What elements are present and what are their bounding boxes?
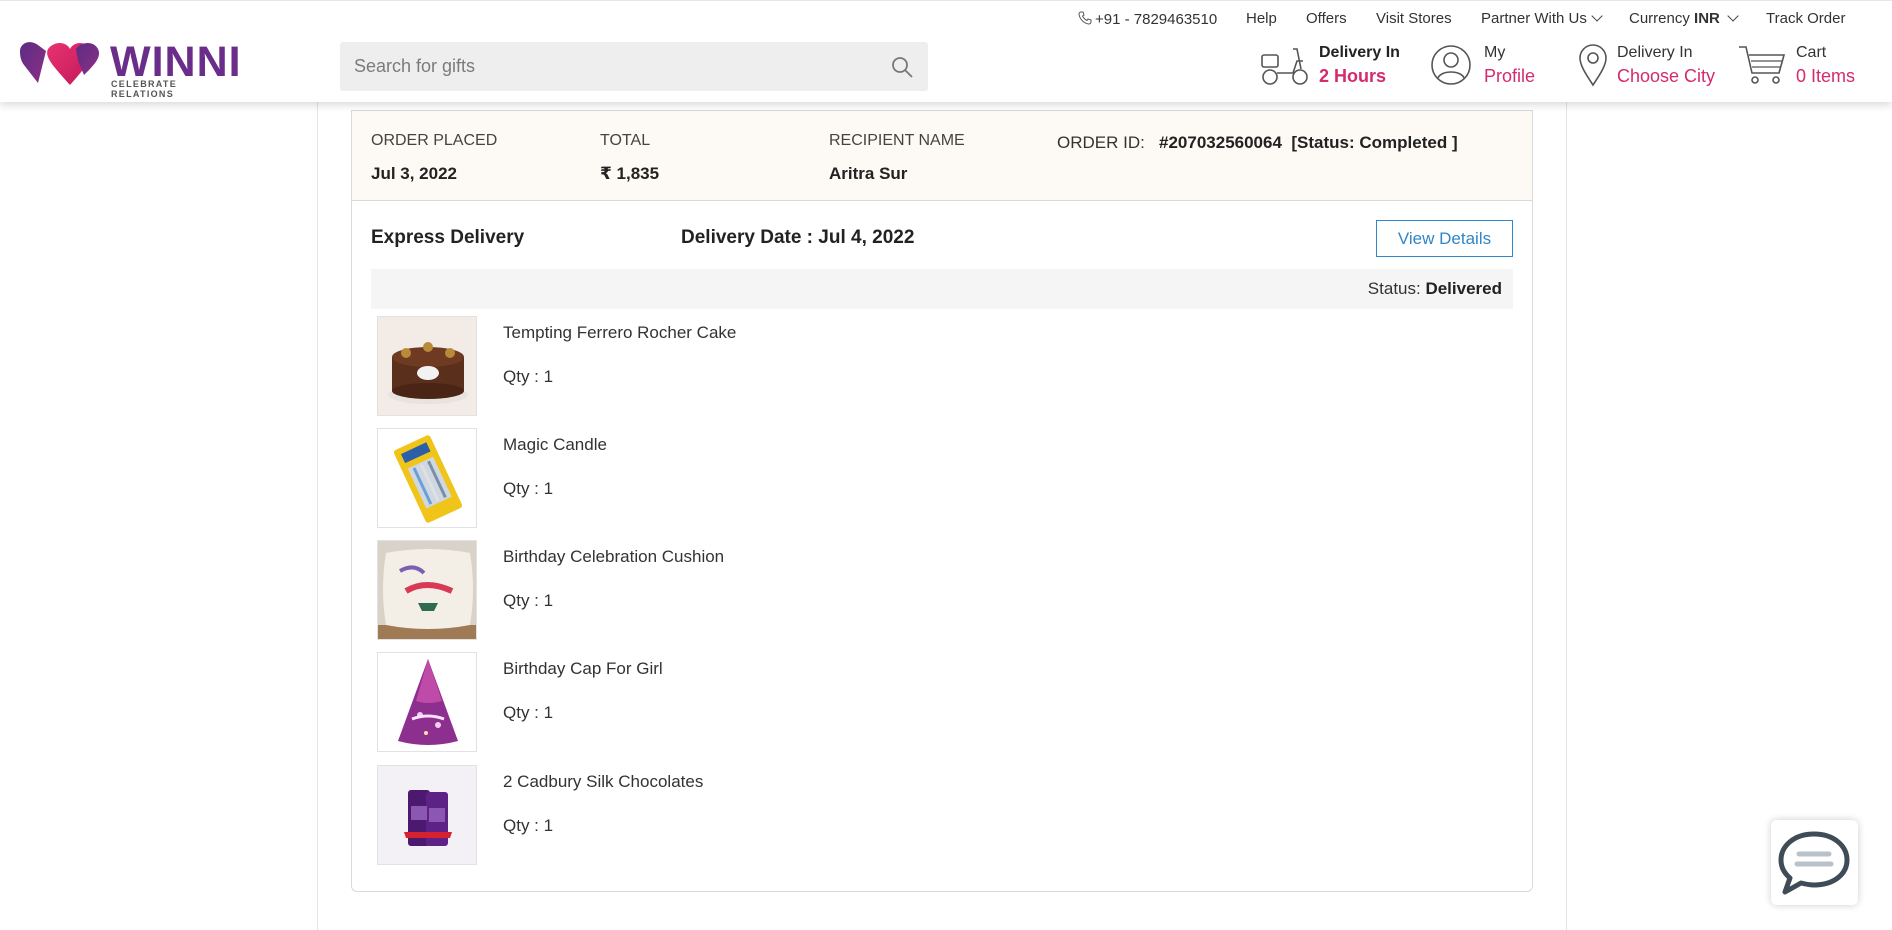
item-name[interactable]: Tempting Ferrero Rocher Cake bbox=[503, 323, 736, 343]
total-label: TOTAL bbox=[600, 132, 651, 149]
product-thumbnail-chocolates[interactable] bbox=[377, 765, 477, 865]
item-qty: Qty : 1 bbox=[503, 479, 554, 498]
location-pin-icon bbox=[1579, 44, 1607, 87]
site-header: +91 - 7829463510 Help Offers Visit Store… bbox=[0, 0, 1892, 102]
order-item: Tempting Ferrero Rocher Cake Qty : 1 bbox=[377, 316, 1477, 416]
delivery-city-selector[interactable]: Delivery In Choose City bbox=[1577, 41, 1727, 91]
order-id: ORDER ID: #207032560064 [Status: Complet… bbox=[1057, 133, 1458, 153]
order-item: 2 Cadbury Silk Chocolates Qty : 1 bbox=[377, 765, 1477, 865]
candle-image bbox=[378, 429, 476, 527]
delivery-fast-value: 2 Hours bbox=[1319, 66, 1387, 86]
item-qty: Qty : 1 bbox=[503, 703, 554, 722]
product-thumbnail-cake[interactable] bbox=[377, 316, 477, 416]
logo-tagline: CELEBRATE RELATIONS bbox=[111, 79, 178, 99]
item-name[interactable]: Birthday Celebration Cushion bbox=[503, 547, 724, 567]
content-right-border bbox=[1566, 102, 1567, 930]
delivery-type: Express Delivery bbox=[371, 227, 525, 248]
order-card: ORDER PLACED Jul 3, 2022 TOTAL ₹ 1,835 R… bbox=[351, 110, 1533, 892]
order-item: Birthday Celebration Cushion Qty : 1 bbox=[377, 540, 1477, 640]
item-name[interactable]: Magic Candle bbox=[503, 435, 607, 455]
cart-label: Cart bbox=[1796, 44, 1827, 61]
order-placed-label: ORDER PLACED bbox=[371, 132, 498, 149]
order-id-value: #207032560064 bbox=[1159, 133, 1282, 152]
search-bar bbox=[340, 42, 928, 91]
order-summary-header: ORDER PLACED Jul 3, 2022 TOTAL ₹ 1,835 R… bbox=[352, 111, 1532, 201]
phone-icon bbox=[1078, 11, 1092, 25]
shipment-status: Status: Delivered bbox=[1368, 279, 1502, 299]
item-name[interactable]: Birthday Cap For Girl bbox=[503, 659, 663, 679]
view-details-button[interactable]: View Details bbox=[1376, 220, 1513, 257]
chocolates-image bbox=[378, 766, 476, 864]
chat-bubble-icon bbox=[1778, 831, 1850, 895]
item-qty: Qty : 1 bbox=[503, 591, 554, 610]
total-value: ₹ 1,835 bbox=[600, 164, 660, 183]
cart-icon bbox=[1739, 46, 1786, 84]
cart-link[interactable]: Cart 0 Items bbox=[1737, 41, 1857, 91]
party-cap-image bbox=[378, 653, 476, 751]
top-nav: +91 - 7829463510 Help Offers Visit Store… bbox=[0, 10, 1892, 30]
profile-menu[interactable]: My Profile bbox=[1430, 41, 1560, 91]
profile-label: My bbox=[1484, 44, 1506, 61]
currency-value: INR bbox=[1694, 10, 1720, 27]
item-qty: Qty : 1 bbox=[503, 367, 554, 386]
status-value: Delivered bbox=[1425, 279, 1502, 298]
order-item: Birthday Cap For Girl Qty : 1 bbox=[377, 652, 1477, 752]
winni-logo[interactable]: WINNI CELEBRATE RELATIONS bbox=[18, 38, 241, 99]
product-thumbnail-candle[interactable] bbox=[377, 428, 477, 528]
delivery-fast-label: Delivery In bbox=[1319, 44, 1400, 61]
user-icon bbox=[1431, 45, 1471, 85]
delivery-2-hours[interactable]: Delivery In 2 Hours bbox=[1259, 41, 1409, 91]
recipient-value: Aritra Sur bbox=[829, 164, 908, 183]
delivery-city-label: Delivery In bbox=[1617, 44, 1693, 61]
profile-value: Profile bbox=[1484, 66, 1536, 86]
status-label: Status: bbox=[1367, 279, 1421, 298]
product-thumbnail-cap[interactable] bbox=[377, 652, 477, 752]
order-placed-value: Jul 3, 2022 bbox=[371, 164, 458, 183]
order-item: Magic Candle Qty : 1 bbox=[377, 428, 1477, 528]
chat-widget-button[interactable] bbox=[1771, 820, 1858, 905]
cake-image bbox=[378, 317, 476, 415]
product-thumbnail-cushion[interactable] bbox=[377, 540, 477, 640]
cushion-image bbox=[378, 541, 476, 639]
order-id-status: [Status: Completed ] bbox=[1291, 133, 1458, 152]
cart-count: 0 Items bbox=[1796, 66, 1856, 86]
hearts-logo-icon bbox=[20, 42, 100, 85]
partner-label: Partner With Us bbox=[1481, 10, 1587, 27]
currency-label: Currency bbox=[1629, 10, 1690, 27]
item-name[interactable]: 2 Cadbury Silk Chocolates bbox=[503, 772, 703, 792]
order-id-label: ORDER ID: bbox=[1057, 133, 1145, 152]
search-input[interactable] bbox=[354, 42, 874, 91]
content-left-border bbox=[317, 102, 318, 930]
search-icon[interactable] bbox=[890, 55, 914, 79]
delivery-date: Delivery Date : Jul 4, 2022 bbox=[681, 227, 915, 248]
shipment-status-bar: Status: Delivered bbox=[371, 269, 1513, 309]
delivery-city-value: Choose City bbox=[1617, 66, 1716, 86]
phone-number: +91 - 7829463510 bbox=[1095, 11, 1218, 28]
chevron-down-icon bbox=[1727, 10, 1739, 22]
item-qty: Qty : 1 bbox=[503, 816, 554, 835]
recipient-label: RECIPIENT NAME bbox=[829, 132, 965, 149]
chevron-down-icon bbox=[1591, 10, 1603, 22]
scooter-icon bbox=[1261, 48, 1308, 85]
